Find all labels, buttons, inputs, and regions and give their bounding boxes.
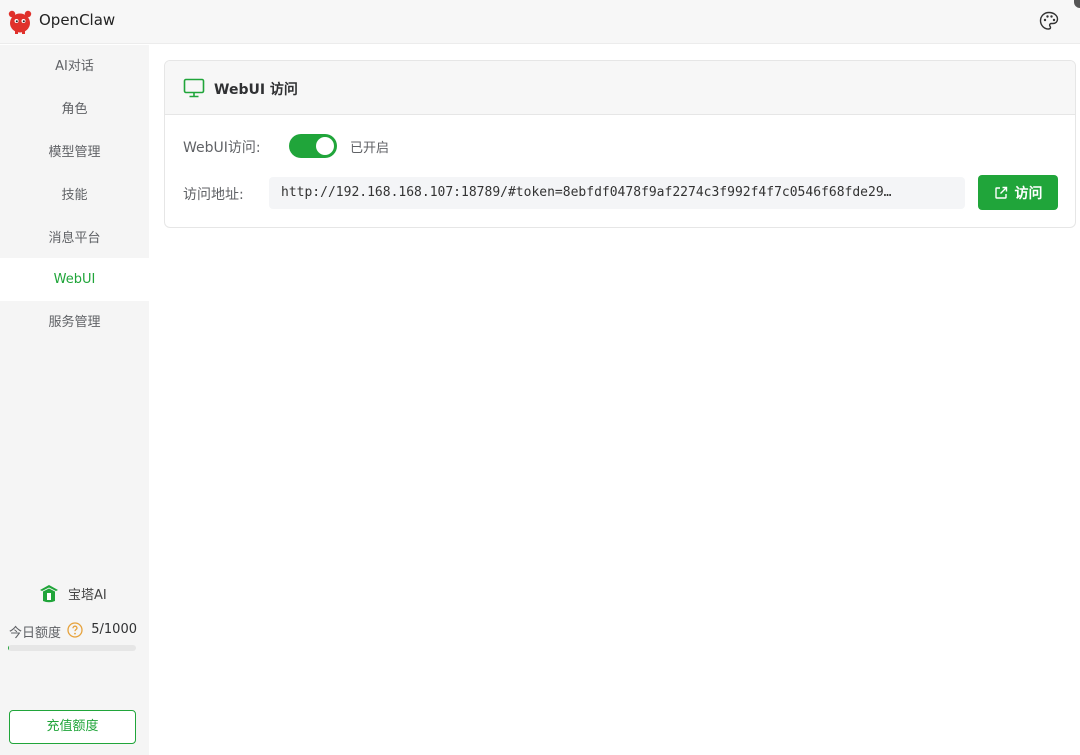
baota-ai-brand: 宝塔AI xyxy=(38,582,107,604)
toggle-knob xyxy=(316,137,334,155)
app-title: OpenClaw xyxy=(39,11,116,29)
sidebar-item-skills[interactable]: 技能 xyxy=(0,174,149,217)
quota-label: 今日额度 xyxy=(9,626,62,641)
visit-button[interactable]: 访问 xyxy=(978,175,1058,210)
quota-value: 5/1000 xyxy=(91,622,137,637)
access-url-field[interactable]: http://192.168.168.107:18789/#token=8ebf… xyxy=(269,177,965,209)
toggle-status-text: 已开启 xyxy=(350,141,390,156)
quota-progress-fill xyxy=(8,645,9,651)
visit-button-label: 访问 xyxy=(1014,185,1043,202)
webui-access-label: WebUI访问: xyxy=(183,140,261,156)
palette-icon[interactable] xyxy=(1038,10,1060,32)
access-address-label: 访问地址: xyxy=(183,187,244,203)
sidebar-item-ai-chat[interactable]: AI对话 xyxy=(0,45,149,88)
webui-access-toggle[interactable] xyxy=(289,134,337,158)
sidebar-item-webui[interactable]: WebUI xyxy=(0,258,149,301)
baota-ai-label: 宝塔AI xyxy=(68,587,107,603)
sidebar-item-message-platform[interactable]: 消息平台 xyxy=(0,217,149,260)
recharge-quota-button[interactable]: 充值额度 xyxy=(9,710,136,744)
baota-logo-icon xyxy=(40,585,58,603)
card-title: WebUI 访问 xyxy=(214,82,298,98)
sidebar-item-model-management[interactable]: 模型管理 xyxy=(0,131,149,174)
sidebar-item-roles[interactable]: 角色 xyxy=(0,88,149,131)
webui-access-card: WebUI 访问 WebUI访问: 已开启 访问地址: http://192.1… xyxy=(164,60,1076,228)
top-bar: OpenClaw xyxy=(0,0,1080,44)
external-link-icon xyxy=(994,186,1007,199)
question-circle-icon[interactable] xyxy=(67,622,83,638)
openclaw-logo-icon xyxy=(8,10,32,34)
monitor-icon xyxy=(183,78,205,98)
card-header: WebUI 访问 xyxy=(165,61,1075,115)
quota-progress-bar xyxy=(8,645,136,651)
window-corner-mark xyxy=(1074,0,1080,8)
sidebar-item-service-management[interactable]: 服务管理 xyxy=(0,301,149,344)
daily-quota: 今日额度 5/1000 xyxy=(9,621,139,641)
